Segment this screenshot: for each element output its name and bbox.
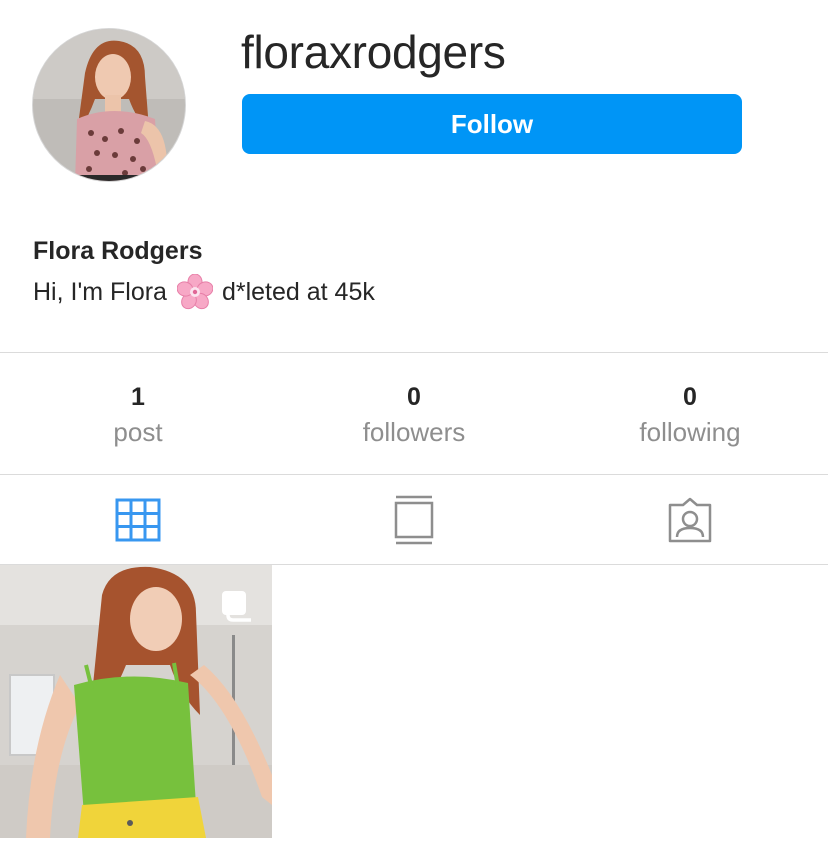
stat-following-label: following (639, 417, 741, 447)
follow-button[interactable]: Follow (242, 94, 742, 154)
stat-posts-value: 1 (131, 383, 145, 411)
stat-following[interactable]: 0 following (552, 380, 828, 450)
guide-icon (394, 495, 434, 545)
divider (0, 352, 828, 353)
bio-text-start: Hi, I'm Flora (33, 278, 167, 306)
profile-full-name: Flora Rodgers (33, 237, 203, 265)
tagged-icon (668, 497, 712, 543)
stat-posts[interactable]: 1 post (0, 380, 276, 450)
multiple-photos-icon (222, 591, 251, 622)
tab-tagged[interactable] (552, 492, 828, 548)
stat-followers-value: 0 (407, 383, 421, 411)
stat-following-value: 0 (683, 383, 697, 411)
grid-icon (115, 498, 161, 542)
bio-text-end: d*leted at 45k (221, 278, 375, 306)
stat-posts-label: post (113, 417, 163, 447)
tab-guides[interactable] (276, 492, 552, 548)
profile-username: floraxrodgers (241, 26, 506, 78)
profile-bio: Hi, I'm Flora d*leted at 45k (33, 273, 375, 310)
divider (0, 474, 828, 475)
avatar-photo (33, 29, 185, 181)
post-thumbnail[interactable] (0, 565, 272, 838)
follow-button-label: Follow (450, 108, 534, 139)
tab-posts-grid[interactable] (0, 492, 276, 548)
stat-followers[interactable]: 0 followers (276, 380, 552, 450)
stat-followers-label: followers (362, 417, 466, 447)
cherry-blossom-emoji (176, 273, 214, 310)
profile-avatar[interactable] (32, 28, 186, 182)
